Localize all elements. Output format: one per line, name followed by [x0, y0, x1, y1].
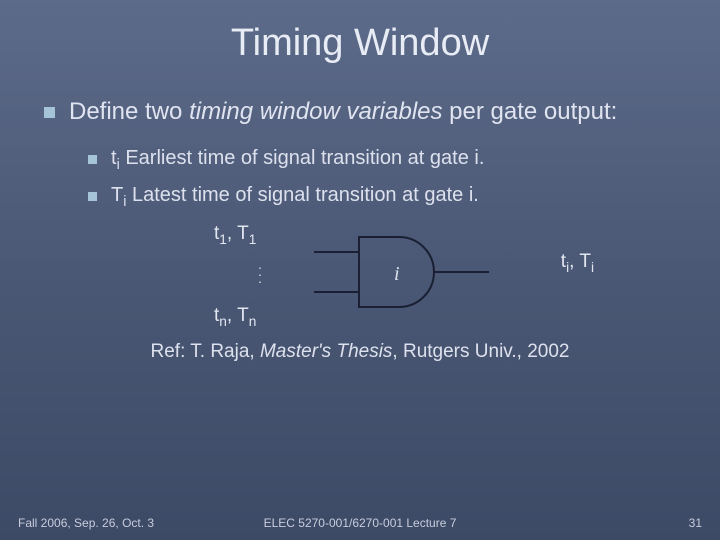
s: 1: [249, 232, 257, 247]
footer-center: ELEC 5270-001/6270-001 Lecture 7: [264, 516, 457, 530]
footer-left: Fall 2006, Sep. 26, Oct. 3: [18, 516, 154, 530]
main-bullet: Define two timing window variables per g…: [44, 97, 676, 127]
bullet-icon: [88, 192, 97, 201]
sub-bullet-1: ti Earliest time of signal transition at…: [88, 147, 676, 170]
bullet-icon: [44, 107, 55, 118]
text-suffix: per gate output:: [443, 98, 618, 125]
s: n: [249, 314, 257, 329]
text-prefix: Define two: [69, 98, 189, 125]
text-italic: timing window variables: [189, 98, 442, 125]
T: T: [237, 305, 249, 326]
ref-suffix: , Rutgers Univ., 2002: [392, 341, 569, 362]
bottom-input-label: tn, Tn: [214, 305, 256, 327]
bullet-icon: [88, 155, 97, 164]
s: n: [219, 314, 227, 329]
slide-footer: Fall 2006, Sep. 26, Oct. 3 ELEC 5270-001…: [0, 516, 720, 530]
gate-diagram: t1, T1 ... tn, Tn i ti, Ti: [194, 221, 594, 341]
sub-text-2: Ti Latest time of signal transition at g…: [111, 184, 479, 207]
slide-content: Define two timing window variables per g…: [0, 97, 720, 363]
desc: Latest time of signal transition at gate…: [126, 184, 478, 206]
and-gate-icon: i: [314, 227, 494, 322]
desc: Earliest time of signal transition at ga…: [120, 147, 485, 169]
T: T: [237, 223, 249, 244]
main-point-text: Define two timing window variables per g…: [69, 97, 617, 127]
slide-title: Timing Window: [0, 0, 720, 75]
sub-bullets: ti Earliest time of signal transition at…: [88, 147, 676, 207]
s: i: [566, 260, 569, 275]
ellipsis-icon: ...: [258, 261, 262, 282]
ref-prefix: Ref: T. Raja,: [151, 341, 260, 362]
var: T: [111, 184, 123, 206]
sub-bullet-2: Ti Latest time of signal transition at g…: [88, 184, 676, 207]
s: 1: [219, 232, 227, 247]
gate-label: i: [394, 263, 400, 285]
T: T: [579, 251, 591, 272]
footer-page-number: 31: [689, 516, 702, 530]
ref-italic: Master's Thesis: [260, 341, 392, 362]
s: i: [591, 260, 594, 275]
output-label: ti, Ti: [561, 251, 594, 273]
top-input-label: t1, T1: [214, 223, 256, 245]
reference-text: Ref: T. Raja, Master's Thesis, Rutgers U…: [44, 341, 676, 363]
sub-text-1: ti Earliest time of signal transition at…: [111, 147, 484, 170]
